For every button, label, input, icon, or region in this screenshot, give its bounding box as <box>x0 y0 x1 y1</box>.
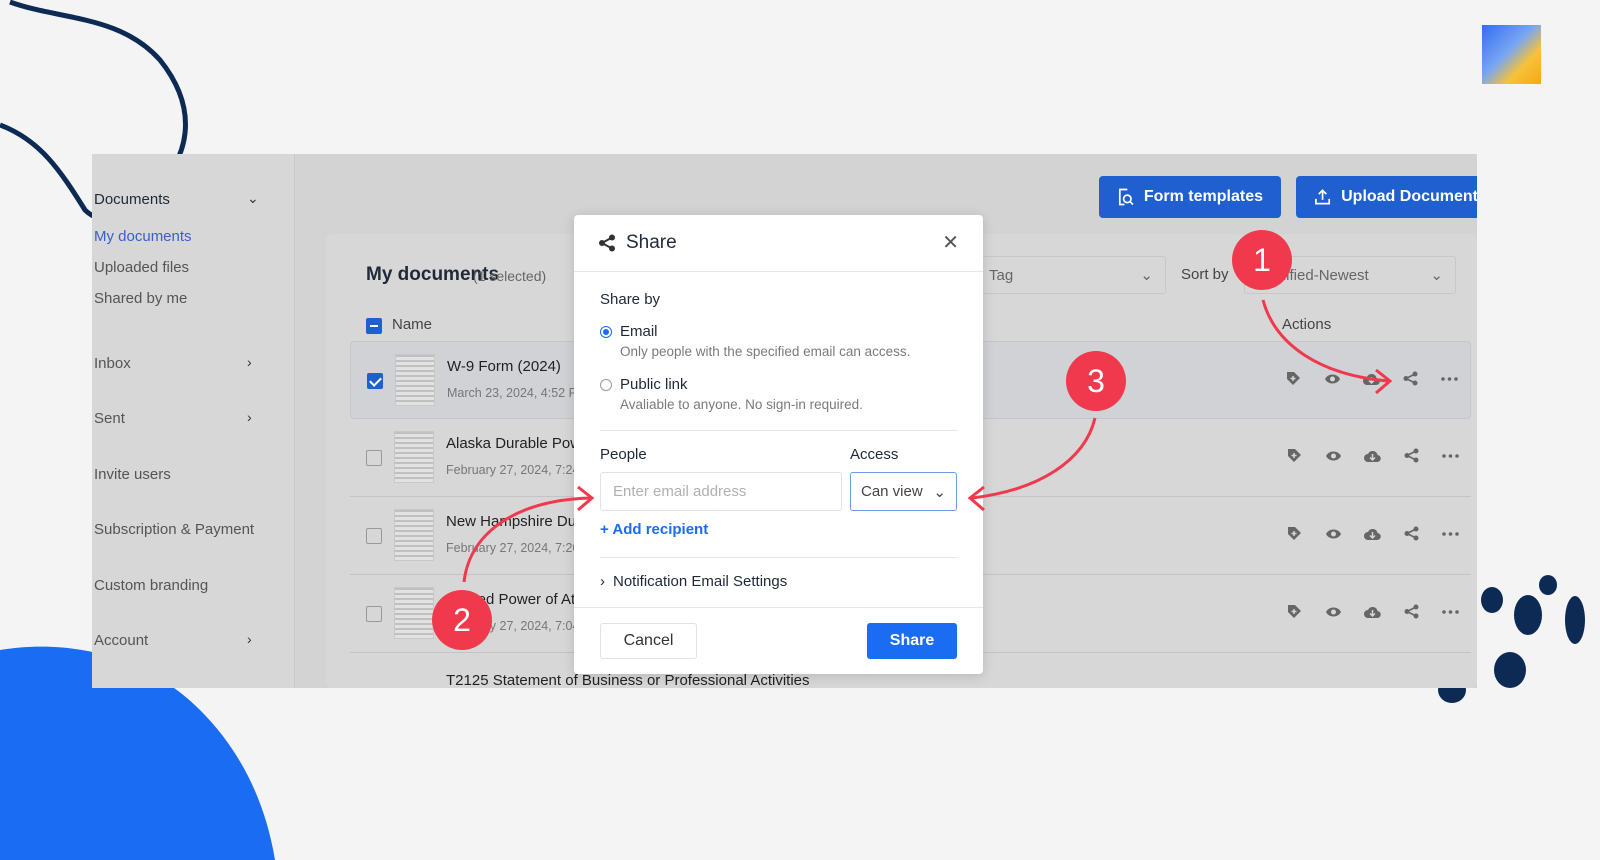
access-select[interactable]: Can view ⌄ <box>850 472 957 511</box>
column-header-name: Name <box>392 316 433 333</box>
sidebar-item-inbox[interactable]: Inbox <box>94 355 131 372</box>
share-icon[interactable] <box>1403 525 1420 542</box>
email-option-description: Only people with the specified email can… <box>620 344 911 359</box>
share-icon <box>599 234 615 252</box>
more-icon[interactable] <box>1442 525 1459 542</box>
document-name[interactable]: T2125 Statement of Business or Professio… <box>446 672 810 689</box>
document-date: March 23, 2024, 4:52 PM <box>447 386 588 400</box>
row-checkbox[interactable] <box>366 528 382 544</box>
tag-icon[interactable] <box>1286 603 1303 620</box>
cloud-download-icon[interactable] <box>1363 370 1380 387</box>
app-logo <box>1482 25 1541 84</box>
sidebar-item-invite-users[interactable]: Invite users <box>94 466 171 483</box>
annotation-badge-2: 2 <box>432 590 492 650</box>
row-checkbox[interactable] <box>366 606 382 622</box>
cloud-download-icon[interactable] <box>1364 447 1381 464</box>
sidebar-item-my-documents[interactable]: My documents <box>94 228 192 245</box>
chevron-right-icon[interactable]: › <box>247 631 252 647</box>
access-value: Can view <box>861 483 923 500</box>
email-option-label[interactable]: Email <box>620 323 658 340</box>
upload-document-button[interactable]: Upload Document <box>1296 176 1477 218</box>
share-icon[interactable] <box>1403 603 1420 620</box>
email-input[interactable] <box>600 472 842 511</box>
annotation-badge-3: 3 <box>1066 351 1126 411</box>
cloud-download-icon[interactable] <box>1364 525 1381 542</box>
row-checkbox[interactable] <box>367 373 383 389</box>
tag-filter-select[interactable]: Tag ⌄ <box>976 256 1166 294</box>
share-icon[interactable] <box>1403 447 1420 464</box>
cloud-download-icon[interactable] <box>1364 603 1381 620</box>
close-icon[interactable]: ✕ <box>942 233 959 253</box>
share-button[interactable]: Share <box>867 623 957 659</box>
sidebar-item-sent[interactable]: Sent <box>94 410 125 427</box>
access-label: Access <box>850 446 899 463</box>
divider <box>600 557 957 558</box>
tag-icon[interactable] <box>1286 525 1303 542</box>
cancel-button[interactable]: Cancel <box>600 623 697 659</box>
people-label: People <box>600 446 647 463</box>
document-search-icon <box>1118 188 1134 206</box>
row-checkbox[interactable] <box>366 450 382 466</box>
more-icon[interactable] <box>1442 447 1459 464</box>
column-header-actions: Actions <box>1282 316 1332 333</box>
radio-public-link[interactable] <box>600 379 612 391</box>
tag-icon[interactable] <box>1285 370 1302 387</box>
share-by-label: Share by <box>600 291 661 308</box>
notification-settings-toggle[interactable]: › Notification Email Settings <box>600 573 787 590</box>
upload-document-label: Upload Document <box>1341 188 1477 205</box>
tag-icon[interactable] <box>1286 447 1303 464</box>
row-actions <box>1286 525 1459 542</box>
chevron-down-icon[interactable]: ⌄ <box>247 190 259 207</box>
chevron-down-icon: ⌄ <box>933 483 946 501</box>
eye-icon[interactable] <box>1325 447 1342 464</box>
radio-email[interactable] <box>600 326 612 338</box>
sidebar-item-shared-by-me[interactable]: Shared by me <box>94 290 187 307</box>
dialog-title: Share <box>626 232 677 253</box>
public-link-option-label[interactable]: Public link <box>620 376 688 393</box>
eye-icon[interactable] <box>1325 603 1342 620</box>
eye-icon[interactable] <box>1325 525 1342 542</box>
document-thumbnail <box>394 587 434 639</box>
document-thumbnail <box>395 354 435 406</box>
row-actions <box>1286 447 1459 464</box>
share-dialog: Share ✕ Share by Email Only people with … <box>574 215 983 674</box>
form-templates-label: Form templates <box>1143 188 1263 205</box>
chevron-down-icon: ⌄ <box>1140 267 1153 284</box>
sidebar-item-account[interactable]: Account <box>94 632 148 649</box>
add-recipient-link[interactable]: + Add recipient <box>600 521 708 538</box>
public-link-option-description: Avaliable to anyone. No sign-in required… <box>620 397 863 412</box>
chevron-right-icon[interactable]: › <box>247 409 252 425</box>
annotation-badge-1: 1 <box>1232 230 1292 290</box>
tag-filter-value: Tag <box>989 266 1014 284</box>
eye-icon[interactable] <box>1324 370 1341 387</box>
document-thumbnail <box>394 509 434 561</box>
chevron-right-icon: › <box>600 573 605 590</box>
row-actions <box>1285 370 1458 387</box>
sidebar-section-documents[interactable]: Documents <box>94 191 170 208</box>
sidebar-item-uploaded-files[interactable]: Uploaded files <box>94 259 189 276</box>
footer-divider <box>574 607 983 608</box>
chevron-down-icon: ⌄ <box>1430 267 1443 284</box>
dialog-header: Share ✕ <box>574 215 983 272</box>
sidebar-item-custom-branding[interactable]: Custom branding <box>94 577 208 594</box>
upload-icon <box>1315 189 1331 205</box>
more-icon[interactable] <box>1441 370 1458 387</box>
select-all-checkbox[interactable] <box>366 318 382 334</box>
notification-settings-label: Notification Email Settings <box>613 573 788 590</box>
sidebar: Documents ⌄ My documents Uploaded files … <box>92 154 295 688</box>
selected-count: (1 selected) <box>473 268 547 284</box>
document-thumbnail <box>394 431 434 483</box>
form-templates-button[interactable]: Form templates <box>1099 176 1281 218</box>
share-icon[interactable] <box>1402 370 1419 387</box>
divider <box>600 430 957 431</box>
sidebar-item-subscription[interactable]: Subscription & Payment <box>94 521 254 538</box>
sort-by-label: Sort by <box>1181 266 1229 283</box>
row-actions <box>1286 603 1459 620</box>
more-icon[interactable] <box>1442 603 1459 620</box>
chevron-right-icon[interactable]: › <box>247 354 252 370</box>
document-name[interactable]: W-9 Form (2024) <box>447 358 561 375</box>
